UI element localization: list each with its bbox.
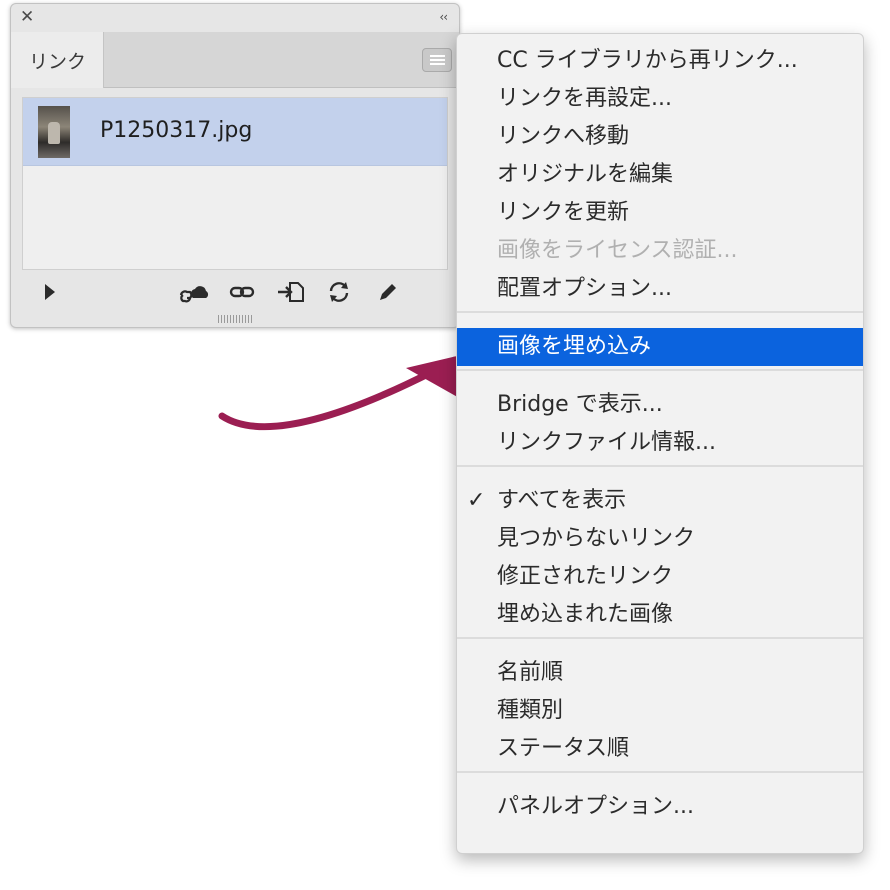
menu-item: 画像をライセンス認証...: [457, 232, 863, 270]
menu-item[interactable]: 種類別: [457, 692, 863, 730]
menu-item-label: 修正されたリンク: [497, 564, 674, 589]
menu-item-label: リンクファイル情報...: [497, 430, 716, 455]
menu-item[interactable]: リンクを再設定...: [457, 80, 863, 118]
menu-item[interactable]: 名前順: [457, 654, 863, 692]
menu-separator: [457, 465, 863, 467]
menu-item[interactable]: 配置オプション...: [457, 270, 863, 308]
menu-item[interactable]: リンクファイル情報...: [457, 424, 863, 462]
menu-item[interactable]: リンクを更新: [457, 194, 863, 232]
menu-item-label: 見つからないリンク: [497, 526, 696, 551]
menu-item-label: ステータス順: [497, 736, 630, 761]
menu-item[interactable]: Bridge で表示...: [457, 386, 863, 424]
menu-item-label: オリジナルを編集: [497, 162, 674, 187]
menu-item-label: パネルオプション...: [497, 794, 694, 819]
menu-item[interactable]: CC ライブラリから再リンク...: [457, 42, 863, 80]
menu-item-label: 画像をライセンス認証...: [497, 238, 738, 263]
menu-separator: [457, 369, 863, 371]
menu-item-label: 画像を埋め込み: [497, 334, 652, 359]
menu-item-label: すべてを表示: [497, 488, 627, 513]
checkmark-icon: ✓: [467, 488, 486, 513]
menu-item[interactable]: オリジナルを編集: [457, 156, 863, 194]
menu-item[interactable]: 修正されたリンク: [457, 558, 863, 596]
menu-item-label: リンクを更新: [497, 200, 630, 225]
menu-item-label: Bridge で表示...: [497, 392, 663, 417]
panel-context-menu: CC ライブラリから再リンク... リンクを再設定... リンクへ移動オリジナルを編…: [456, 33, 864, 854]
menu-separator: [457, 637, 863, 639]
menu-item[interactable]: ステータス順: [457, 730, 863, 768]
menu-item[interactable]: ✓ すべてを表示: [457, 482, 863, 520]
menu-item[interactable]: 埋め込まれた画像: [457, 596, 863, 634]
menu-item-label: 配置オプション...: [497, 276, 672, 301]
menu-item[interactable]: リンクへ移動: [457, 118, 863, 156]
menu-item-label: 種類別: [497, 698, 564, 723]
menu-item-label: 名前順: [497, 660, 564, 685]
menu-item[interactable]: 見つからないリンク: [457, 520, 863, 558]
menu-item-label: リンクへ移動: [497, 124, 630, 149]
menu-separator: [457, 771, 863, 773]
menu-separator: [457, 311, 863, 313]
menu-item-label: リンクを再設定...: [497, 86, 672, 111]
menu-item-label: 埋め込まれた画像: [497, 602, 674, 627]
menu-item[interactable]: 画像を埋め込み: [457, 328, 863, 366]
menu-item[interactable]: パネルオプション...: [457, 788, 863, 826]
menu-item-label: CC ライブラリから再リンク...: [497, 48, 798, 73]
